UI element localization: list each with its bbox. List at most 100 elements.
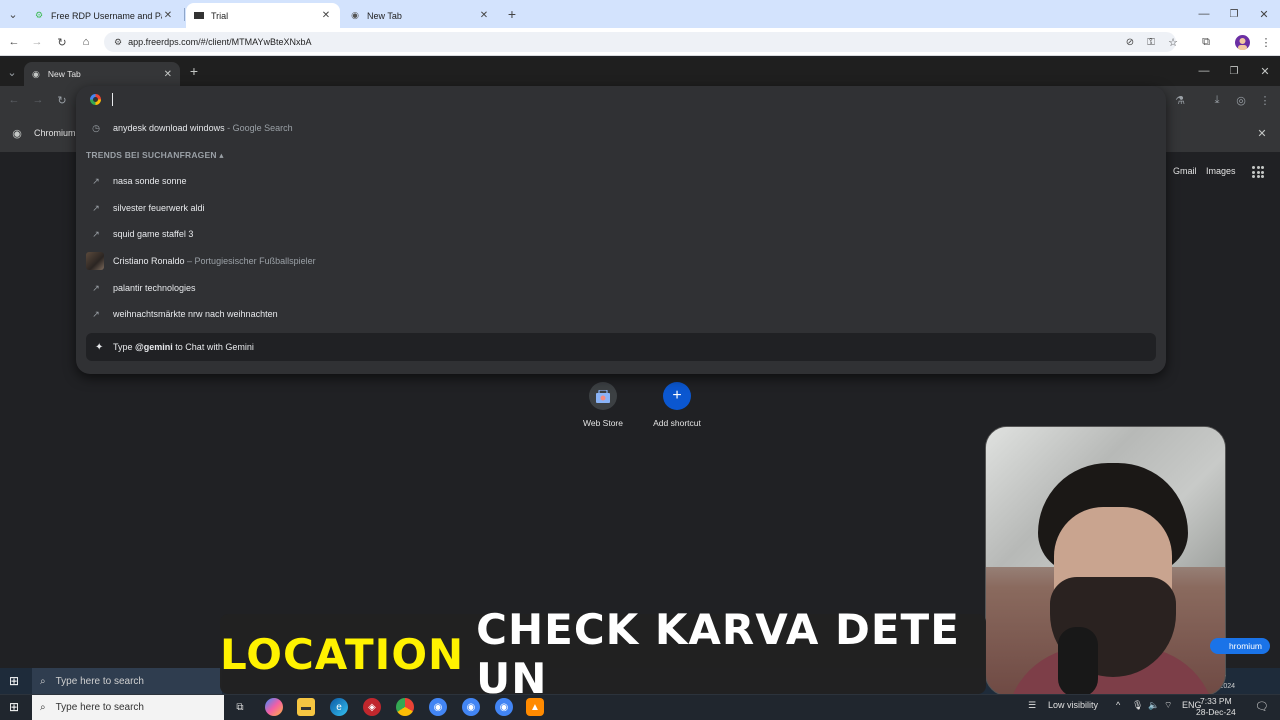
suggestion-entity[interactable]: Cristiano Ronaldo – Portugiesischer Fußb… [76,248,1166,274]
inner-menu-kebab-icon[interactable]: ⋮ [1257,92,1273,108]
remote-search-box[interactable]: ⌕ Type here to search [32,668,222,694]
network-icon[interactable]: ⌔ [1164,700,1172,711]
suggestion-trending[interactable]: ↗ palantir technologies [76,275,1166,301]
window-close-icon[interactable]: ✕ [1255,5,1273,23]
camera-blocked-icon[interactable]: ⊘ [1121,33,1139,51]
tray-chevron-icon[interactable]: ^ [1116,700,1120,710]
shortcut-label: Web Store [582,418,623,428]
bookmark-star-icon[interactable]: ☆ [1164,33,1182,51]
tab-search-chevron-icon[interactable]: ⌄ [4,5,22,23]
trending-arrow-icon: ↗ [92,175,100,186]
suggestion-trending[interactable]: ↗ weihnachtsmärkte nrw nach weihnachten [76,301,1166,327]
inner-close-tab-icon[interactable]: ✕ [164,69,172,80]
webcam-microphone [1058,627,1098,695]
copilot-icon[interactable] [265,698,283,716]
close-tab-icon[interactable]: ✕ [320,10,332,21]
minimize-icon[interactable]: — [1195,5,1213,23]
microphone-icon[interactable]: 🎙 [1132,700,1143,711]
suggestion-text: silvester feuerwerk aldi [113,203,205,213]
web-store-icon [589,382,617,410]
omnibox-input-row [76,86,1166,114]
search-icon: ⌕ [40,702,46,713]
remote-desktop-app-icon[interactable]: ◈ [363,698,381,716]
menu-kebab-icon[interactable]: ⋮ [1257,33,1275,51]
password-key-icon[interactable]: ⚿ [1142,33,1160,51]
suggestion-text: anydesk download windows - Google Search [113,123,293,133]
windows-start-icon[interactable]: ⊞ [9,700,19,714]
downloads-icon[interactable]: ⤓ [1209,92,1225,108]
omnibox-input[interactable] [116,92,1016,108]
inner-profile-icon[interactable]: ◎ [1233,92,1249,108]
suggestion-text: nasa sonde sonne [113,176,187,186]
host-clock[interactable]: 7:33 PM 28-Dec-24 [1196,696,1236,718]
chrome-favicon-icon: ◉ [351,10,359,20]
chrome-profile-icon[interactable]: ◉ [462,698,480,716]
chromium-favicon-icon: ◉ [32,68,40,79]
caption-highlight: LOCATION [220,629,465,679]
gmail-link[interactable]: Gmail [1173,166,1197,176]
forward-icon[interactable]: → [28,33,46,51]
gemini-hint-row[interactable]: ✦ Type @gemini to Chat with Gemini [86,333,1156,361]
edge-icon[interactable]: e [330,698,348,716]
inner-back-icon[interactable]: ← [6,92,22,108]
shortcut-add[interactable]: + Add shortcut [642,382,712,428]
suggestion-history[interactable]: ◷ anydesk download windows - Google Sear… [76,115,1166,141]
home-icon[interactable]: ⌂ [77,33,95,51]
new-tab-plus-icon[interactable]: + [503,5,521,23]
inner-new-tab-plus-icon[interactable]: + [186,63,202,79]
inner-restore-icon[interactable]: ❐ [1226,63,1242,79]
inner-forward-icon[interactable]: → [30,92,46,108]
chrome-profile-icon[interactable]: ◉ [429,698,447,716]
rdp-favicon-icon: ⚙ [34,10,44,20]
inner-tab-search-chevron-icon[interactable]: ⌄ [4,64,20,80]
shortcut-web-store[interactable]: Web Store [568,382,638,428]
outer-tab-free-rdp[interactable]: ⚙ Free RDP Username and Passw ✕ [26,3,182,28]
trending-heading[interactable]: TRENDS BEI SUCHANFRAGEN ▴ [86,150,224,161]
suggestion-text: Cristiano Ronaldo – Portugiesischer Fußb… [113,256,316,266]
remote-search-placeholder: Type here to search [55,675,144,687]
collapse-caret-icon[interactable]: ▴ [219,150,223,160]
inner-window-close-icon[interactable]: ✕ [1257,63,1273,79]
chromium-pill[interactable]: hromium [1210,638,1270,654]
host-search-placeholder: Type here to search [55,702,144,713]
remote-windows-start-icon[interactable]: ⊞ [9,674,19,688]
outer-tab-trial[interactable]: Trial ✕ [186,3,340,28]
speaker-icon[interactable]: 🔈 [1148,700,1159,711]
close-tab-icon[interactable]: ✕ [162,10,174,21]
reload-icon[interactable]: ↻ [53,33,71,51]
back-icon[interactable]: ← [5,33,23,51]
notifications-icon[interactable]: 🗨 [1255,700,1269,713]
trending-arrow-icon: ↗ [92,228,100,239]
file-explorer-icon[interactable]: ▬ [297,698,315,716]
chromium-label: Chromium [34,128,76,138]
app-icon[interactable]: ▲ [526,698,544,716]
weather-label[interactable]: Low visibility [1048,700,1098,710]
screen: ⌄ ⚙ Free RDP Username and Passw ✕ Trial … [0,0,1280,720]
chrome-icon[interactable] [396,698,414,716]
inner-reload-icon[interactable]: ↻ [54,92,70,108]
task-view-icon[interactable]: ⧉ [231,698,249,716]
site-info-icon[interactable]: ⚙ [114,37,122,48]
google-apps-grid-icon[interactable] [1252,166,1264,178]
images-link[interactable]: Images [1206,166,1236,176]
suggestion-text: palantir technologies [113,283,196,293]
suggestion-trending[interactable]: ↗ nasa sonde sonne [76,168,1166,194]
suggestion-trending[interactable]: ↗ silvester feuerwerk aldi [76,195,1166,221]
restore-icon[interactable]: ❐ [1225,5,1243,23]
inner-tab-strip: ⌄ ◉ New Tab ✕ + — ❐ ✕ [0,58,1280,86]
profile-avatar-icon[interactable] [1233,33,1251,51]
outer-address-bar[interactable]: ⚙ app.freerdps.com/#/client/MTMAYwBteXNx… [104,32,1176,52]
chrome-profile-icon[interactable]: ◉ [495,698,513,716]
labs-flask-icon[interactable]: ⚗ [1172,92,1188,108]
tab-title: Trial [211,10,229,21]
plus-icon: + [663,382,691,410]
close-tab-icon[interactable]: ✕ [478,10,490,21]
weather-icon[interactable]: ☰ [1028,700,1036,711]
host-search-box[interactable]: ⌕ Type here to search [32,695,224,720]
extensions-icon[interactable]: ⧉ [1197,33,1215,51]
inner-minimize-icon[interactable]: — [1196,63,1212,79]
infobar-close-icon[interactable]: ✕ [1254,125,1270,141]
suggestion-trending[interactable]: ↗ squid game staffel 3 [76,221,1166,247]
outer-tab-new-tab[interactable]: ◉ New Tab ✕ [342,3,498,28]
inner-tab-new-tab[interactable]: ◉ New Tab ✕ [24,62,180,86]
